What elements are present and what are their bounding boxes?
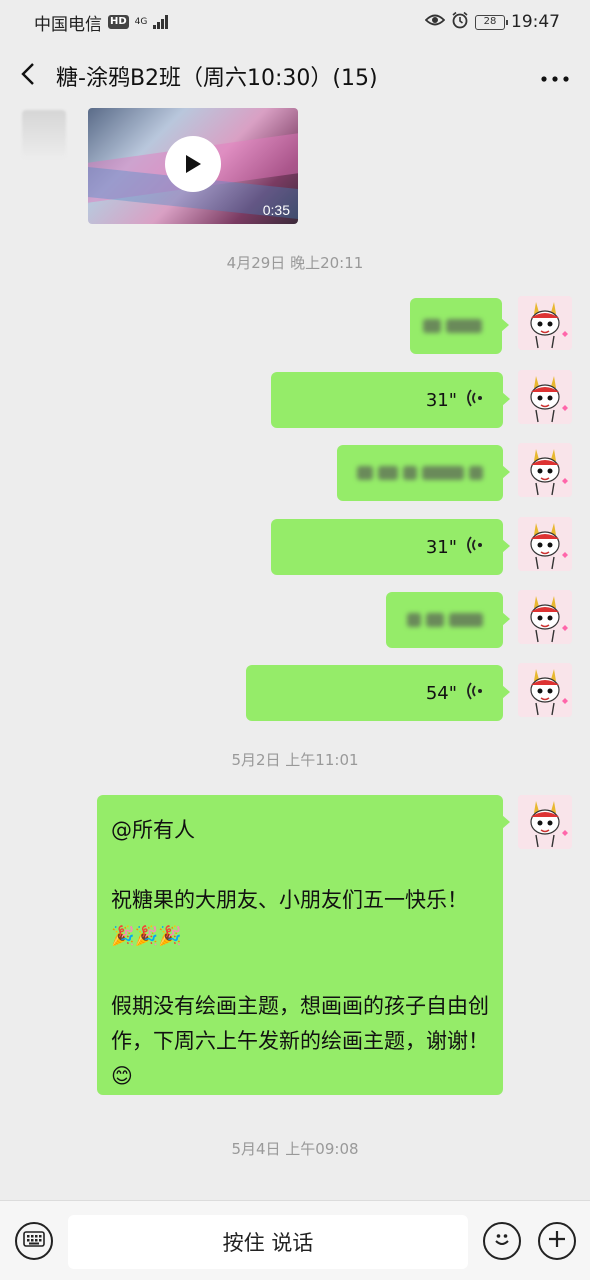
chat-title: 糖-涂鸦B2班（周六10:30）(15) [56,66,378,91]
my-avatar[interactable] [518,443,572,497]
more-options-button[interactable] [520,44,590,108]
video-duration: 0:35 [262,202,290,218]
text-message-blurred[interactable] [386,592,510,648]
my-avatar[interactable] [518,517,572,571]
voice-duration: 31" [425,389,457,411]
my-avatar[interactable] [518,795,572,849]
cartoon-avatar-icon [518,663,572,717]
emoji-face-icon [491,1228,513,1254]
status-right: 28 19:47 [424,11,560,34]
video-message[interactable]: 0:35 [88,108,298,224]
mention-all: @所有人 [111,818,195,842]
alarm-icon [451,11,469,34]
blurred-content [423,319,482,333]
notice-text: 假期没有绘画主题，想画画的孩子自由创作，下周六上午发新的绘画主题，谢谢！ 😊 [111,994,489,1088]
my-avatar[interactable] [518,590,572,644]
play-icon[interactable] [165,136,221,192]
voice-duration: 54" [425,682,457,704]
clock-time: 19:47 [511,12,560,32]
cartoon-avatar-icon [518,370,572,424]
emoji-button[interactable] [483,1222,521,1260]
party-popper-icon: 🎉🎉🎉 [111,925,182,947]
cartoon-avatar-icon [518,296,572,350]
cartoon-avatar-icon [518,795,572,849]
more-dots-icon [541,67,569,86]
signal-icon [152,15,168,29]
network-type: 4G [134,16,148,27]
plus-icon [547,1229,567,1253]
blurred-content [407,613,483,627]
my-avatar[interactable] [518,370,572,424]
voice-message[interactable]: 54" [246,665,510,721]
smile-emoji-icon: 😊 [111,1064,133,1088]
voice-wave-icon [467,535,483,560]
eye-icon [424,12,446,32]
voice-message[interactable]: 31" [271,519,510,575]
chat-header: 糖-涂鸦B2班（周六10:30）(15) [0,44,590,108]
message-timestamp: 4月29日 晚上20:11 [226,254,364,272]
cartoon-avatar-icon [518,517,572,571]
keyboard-icon [23,1231,45,1251]
keyboard-toggle-button[interactable] [15,1222,53,1260]
back-button[interactable] [0,44,56,108]
sender-avatar[interactable] [22,110,66,158]
chat-messages[interactable]: 0:35 4月29日 晚上20:11 31" 31" 54" 5月2日 上午11… [0,108,590,1200]
voice-wave-icon [467,681,483,706]
message-timestamp: 5月2日 上午11:01 [231,751,359,769]
greeting-text: 祝糖果的大朋友、小朋友们五一快乐！🎉🎉🎉 [111,888,468,947]
message-timestamp: 5月4日 上午09:08 [231,1140,359,1158]
hd-badge: HD [108,15,129,29]
text-message-blurred[interactable] [410,298,509,354]
more-functions-button[interactable] [538,1222,576,1260]
voice-duration: 31" [425,536,457,558]
status-left: 中国电信 HD 4G [34,10,168,35]
voice-message[interactable]: 31" [271,372,510,428]
cartoon-avatar-icon [518,443,572,497]
blurred-content [357,466,483,480]
text-message-blurred[interactable] [337,445,510,501]
hold-to-talk-button[interactable]: 按住 说话 [68,1215,468,1269]
input-bar: 按住 说话 [0,1200,590,1280]
my-avatar[interactable] [518,663,572,717]
carrier-name: 中国电信 [34,14,102,35]
chevron-left-icon [21,62,35,90]
cartoon-avatar-icon [518,590,572,644]
battery-icon: 28 [475,14,508,30]
voice-wave-icon [467,388,483,413]
status-bar: 中国电信 HD 4G 28 19:47 [0,0,590,44]
announcement-message[interactable]: @所有人 祝糖果的大朋友、小朋友们五一快乐！🎉🎉🎉 假期没有绘画主题，想画画的孩… [97,795,510,1095]
my-avatar[interactable] [518,296,572,350]
